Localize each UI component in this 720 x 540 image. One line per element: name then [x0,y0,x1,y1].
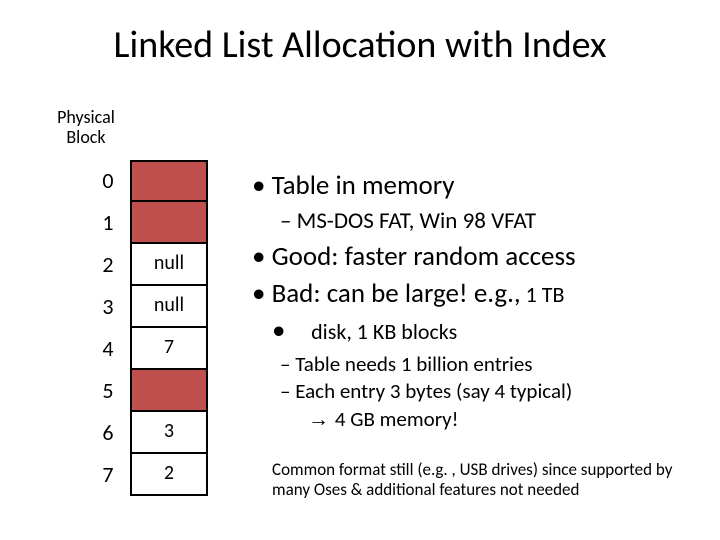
bullet-3: Bad: can be large! e.g., 1 TB [252,278,692,311]
table-row: 47 [86,328,208,370]
bullet-3-sub2: Each entry 3 bytes (say 4 typical) [280,379,692,405]
bullet-1-sub: MS-DOS FAT, Win 98 VFAT [280,207,692,235]
row-value: 3 [130,412,208,454]
table-row: 1 [86,202,208,244]
row-value: 2 [130,454,208,496]
bullet-3-sub2-cont: → 4 GB memory! [308,407,692,433]
row-index: 4 [86,328,130,370]
index-table: 0 1 2null 3null 47 5 63 72 [86,160,208,496]
row-index: 5 [86,370,130,412]
physical-block-label-line2: Block [66,126,105,148]
table-row: 3null [86,286,208,328]
bullet-3-cont: • disk, 1 KB blocks [272,315,692,348]
row-value: null [130,244,208,286]
table-row: 2null [86,244,208,286]
row-index: 7 [86,454,130,496]
table-row: 63 [86,412,208,454]
row-value [130,160,208,202]
bullet-2: Good: faster random access [252,241,692,274]
row-index: 6 [86,412,130,454]
row-index: 2 [86,244,130,286]
table-row: 5 [86,370,208,412]
bullet-3-sub1: Table needs 1 billion entries [280,352,692,378]
bullet-3-text-b: 1 TB [521,281,565,308]
bullet-list: Table in memory MS-DOS FAT, Win 98 VFAT … [252,170,692,433]
physical-block-label-line1: Physical [57,106,115,128]
bullet-3-text-a: Bad: can be large! e.g., [272,277,521,310]
row-index: 3 [86,286,130,328]
row-value [130,202,208,244]
table-row: 72 [86,454,208,496]
row-index: 0 [86,160,130,202]
row-index: 1 [86,202,130,244]
row-value: 7 [130,328,208,370]
bullet-1: Table in memory [252,170,692,203]
slide-title: Linked List Allocation with Index [0,22,720,68]
footnote: Common format still (e.g. , USB drives) … [272,460,682,499]
row-value: null [130,286,208,328]
bullet-3-cont-text: disk, 1 KB blocks [311,318,457,345]
bullet-3-sub2-cont-text: 4 GB memory! [335,406,459,432]
table-row: 0 [86,160,208,202]
arrow-icon: → [308,408,335,431]
physical-block-label: Physical Block [46,108,126,148]
row-value [130,370,208,412]
